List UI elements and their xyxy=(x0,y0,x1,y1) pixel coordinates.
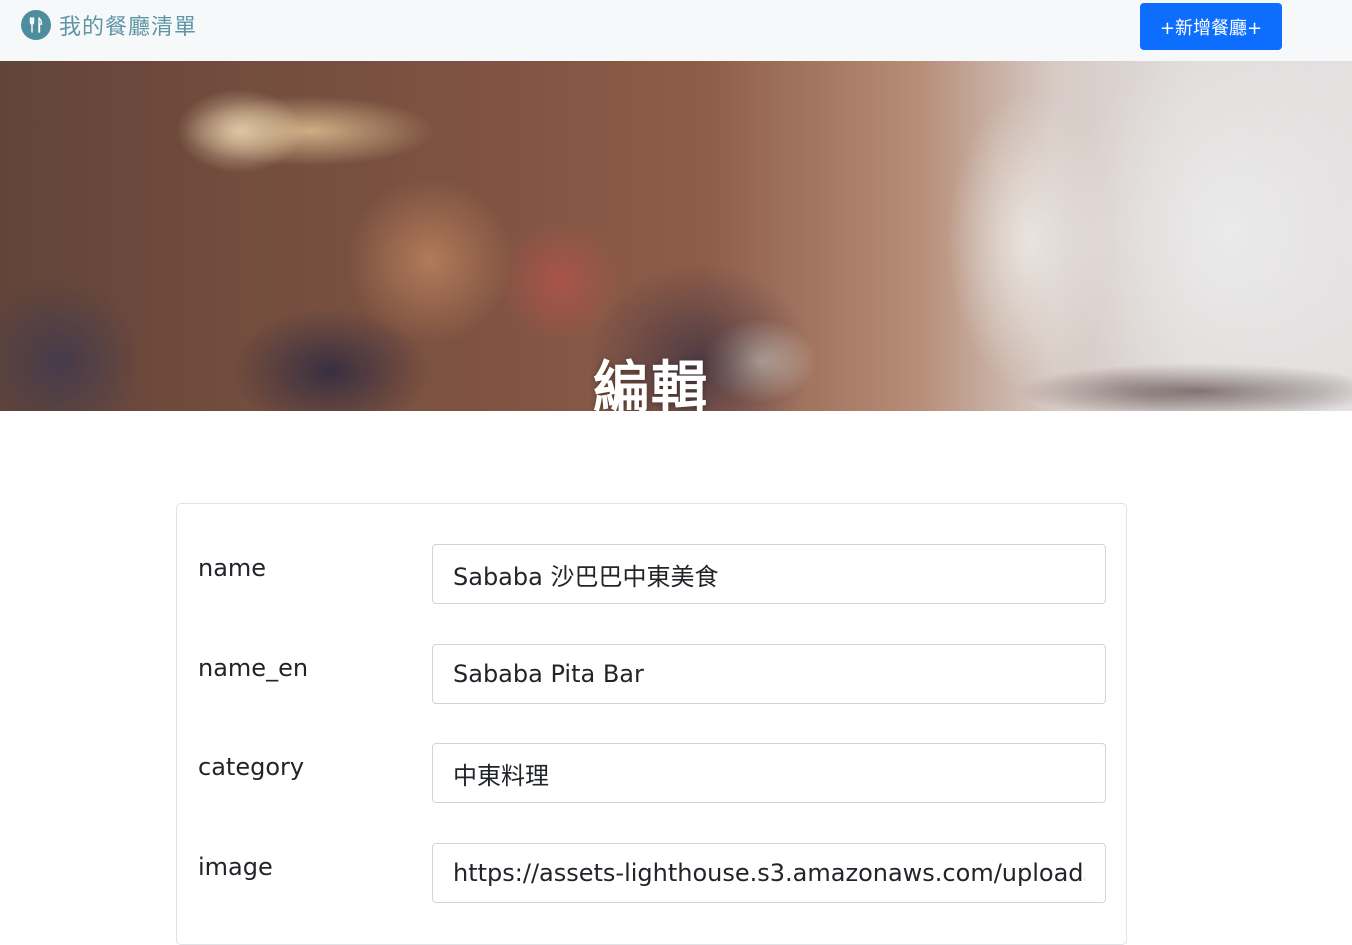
form-row-image: image xyxy=(177,843,1126,903)
hero-banner: 編輯 xyxy=(0,61,1352,411)
form-row-name-en: name_en xyxy=(177,644,1126,704)
form-row-name: name xyxy=(177,544,1126,604)
brand-link[interactable]: 我的餐廳清單 xyxy=(21,7,197,43)
name-label: name xyxy=(198,554,267,582)
utensils-icon xyxy=(21,10,51,40)
brand-title: 我的餐廳清單 xyxy=(59,15,198,40)
name-en-input[interactable] xyxy=(432,644,1106,704)
form-row-category: category xyxy=(177,743,1126,803)
category-input[interactable] xyxy=(432,743,1106,803)
add-restaurant-button[interactable]: +新增餐廳+ xyxy=(1140,3,1282,50)
page-title: 編輯 xyxy=(593,355,709,411)
edit-form-card: name name_en category image xyxy=(176,503,1127,945)
name-en-label: name_en xyxy=(198,654,309,682)
name-input[interactable] xyxy=(432,544,1106,604)
image-label: image xyxy=(198,853,273,881)
category-label: category xyxy=(198,753,305,781)
image-url-input[interactable] xyxy=(432,843,1106,903)
navbar: 我的餐廳清單 +新增餐廳+ xyxy=(0,0,1352,61)
